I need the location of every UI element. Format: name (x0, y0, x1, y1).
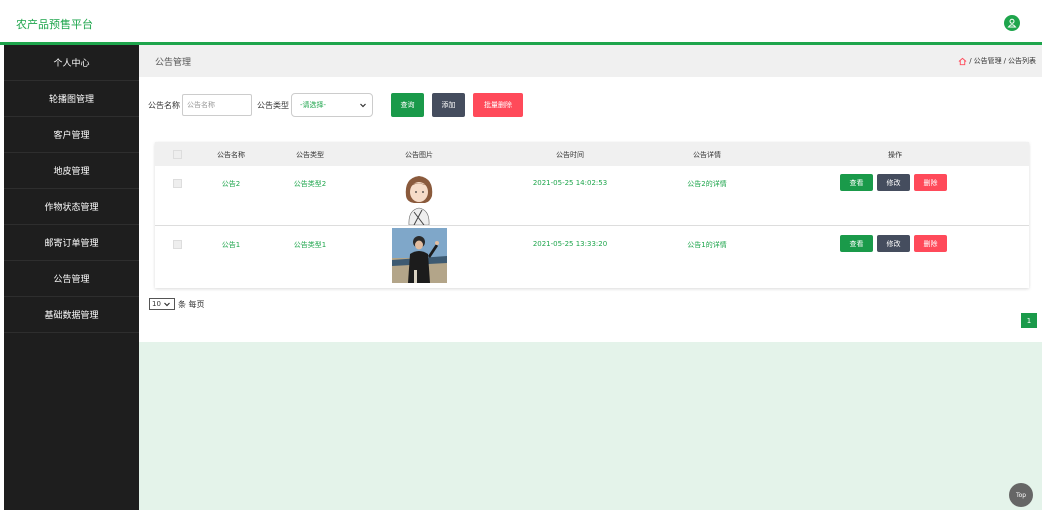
row-actions: 查看 修改 删除 (840, 174, 947, 191)
col-image: 公告图片 (405, 151, 433, 159)
chevron-down-icon (163, 302, 170, 306)
breadcrumb-current: 公告列表 (1008, 57, 1036, 65)
table-row: 公告1 公告类型1 2021-05-25 13:33:20 公告1的详情 查看 … (155, 227, 1029, 287)
cell-type: 公告类型1 (293, 241, 327, 249)
page-number-button[interactable]: 1 (1021, 313, 1037, 328)
page-size-control: 10 条 每页 (149, 298, 205, 310)
page-size-value: 10 (152, 300, 161, 308)
view-button[interactable]: 查看 (840, 235, 873, 252)
row-actions: 查看 修改 删除 (840, 235, 947, 252)
cell-type: 公告类型2 (293, 180, 327, 188)
breadcrumb: / 公告管理 / 公告列表 (958, 56, 1036, 66)
name-search-input[interactable]: 公告名称 (182, 94, 252, 116)
sidebar-item-personal-center[interactable]: 个人中心 (4, 45, 139, 81)
select-all-checkbox[interactable] (173, 150, 182, 159)
view-button[interactable]: 查看 (840, 174, 873, 191)
back-to-top-button[interactable]: Top (1009, 483, 1033, 507)
row-checkbox[interactable] (173, 240, 182, 249)
col-name: 公告名称 (217, 151, 245, 159)
type-select-value: -请选择- (300, 101, 327, 109)
cell-name: 公告1 (221, 241, 241, 249)
announcement-image (392, 228, 447, 283)
sidebar: 个人中心 轮播图管理 客户管理 地皮管理 作物状态管理 邮寄订单管理 公告管理 … (4, 45, 139, 510)
delete-button[interactable]: 删除 (914, 235, 947, 252)
add-button[interactable]: 添加 (432, 93, 465, 117)
user-icon (1007, 18, 1017, 28)
query-button[interactable]: 查询 (391, 93, 424, 117)
col-type: 公告类型 (296, 151, 324, 159)
home-icon[interactable] (958, 57, 967, 66)
type-select[interactable]: -请选择- (291, 93, 373, 117)
breadcrumb-separator: / (1003, 57, 1006, 65)
sidebar-item-customers[interactable]: 客户管理 (4, 117, 139, 153)
cell-detail: 公告1的详情 (687, 241, 727, 249)
edit-button[interactable]: 修改 (877, 174, 910, 191)
col-actions: 操作 (888, 151, 902, 159)
announcement-image (392, 170, 447, 225)
page-size-select[interactable]: 10 (149, 298, 175, 310)
table-header: 公告名称 公告类型 公告图片 公告时间 公告详情 操作 (155, 142, 1029, 166)
cell-detail: 公告2的详情 (687, 180, 727, 188)
search-bar: 公告名称 公告名称 公告类型 -请选择- 查询 添加 批量删除 (148, 92, 523, 118)
sidebar-item-land[interactable]: 地皮管理 (4, 153, 139, 189)
edit-button[interactable]: 修改 (877, 235, 910, 252)
sidebar-item-crop-status[interactable]: 作物状态管理 (4, 189, 139, 225)
cell-time: 2021-05-25 14:02:53 (532, 179, 608, 187)
cell-name: 公告2 (221, 180, 241, 188)
sidebar-item-mail-orders[interactable]: 邮寄订单管理 (4, 225, 139, 261)
sidebar-item-carousel[interactable]: 轮播图管理 (4, 81, 139, 117)
col-detail: 公告详情 (693, 151, 721, 159)
sidebar-item-basic-data[interactable]: 基础数据管理 (4, 297, 139, 333)
row-checkbox[interactable] (173, 179, 182, 188)
cell-time: 2021-05-25 13:33:20 (532, 240, 608, 248)
sidebar-item-announcements[interactable]: 公告管理 (4, 261, 139, 297)
table-row: 公告2 公告类型2 2021-05-25 14:02:53 公告2的详情 查看 … (155, 166, 1029, 226)
breadcrumb-section[interactable]: 公告管理 (974, 56, 1002, 66)
page-header: 公告管理 / 公告管理 / 公告列表 (139, 45, 1042, 77)
app-title: 农产品预售平台 (16, 18, 93, 31)
top-bar: 农产品预售平台 (0, 0, 1042, 43)
batch-delete-button[interactable]: 批量删除 (473, 93, 523, 117)
content-footer-area (139, 342, 1042, 510)
user-avatar[interactable] (1004, 15, 1020, 31)
delete-button[interactable]: 删除 (914, 174, 947, 191)
col-time: 公告时间 (556, 151, 584, 159)
breadcrumb-separator: / (969, 57, 972, 65)
announcement-table: 公告名称 公告类型 公告图片 公告时间 公告详情 操作 公告2 公告类型2 20… (155, 142, 1029, 288)
name-label: 公告名称 (148, 100, 180, 110)
chevron-down-icon (360, 103, 366, 107)
page-title: 公告管理 (155, 57, 192, 68)
per-page-label: 条 每页 (178, 299, 205, 309)
type-label: 公告类型 (257, 100, 289, 110)
